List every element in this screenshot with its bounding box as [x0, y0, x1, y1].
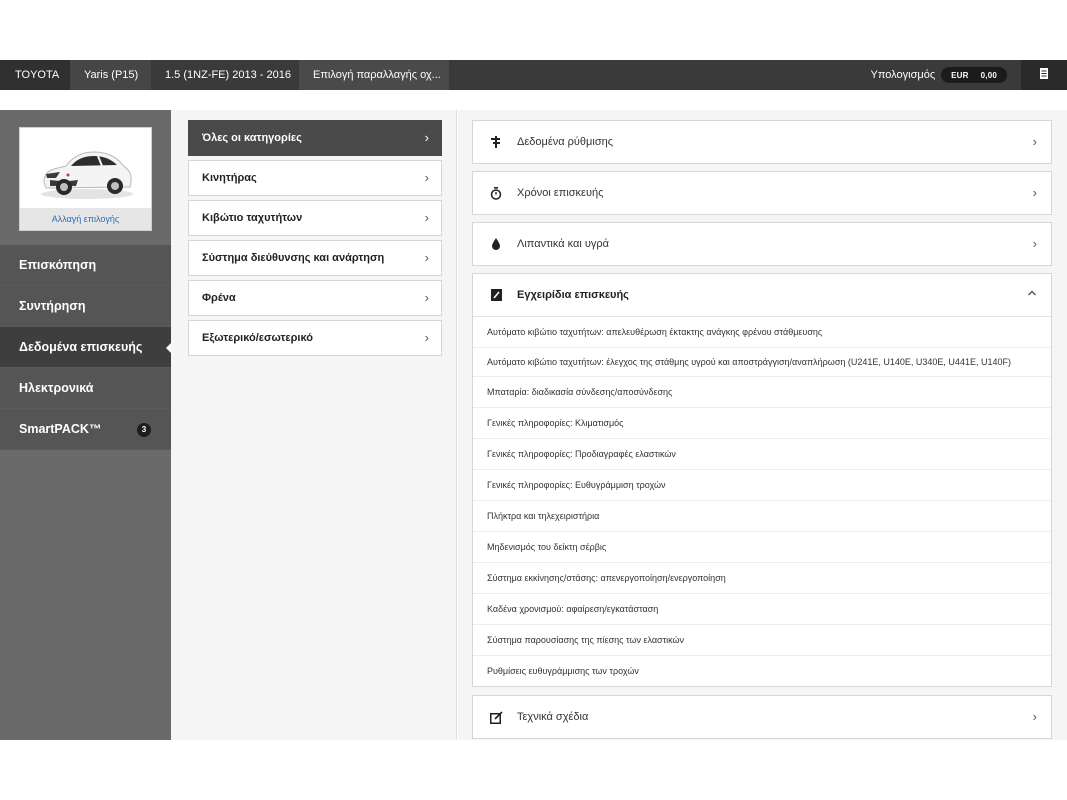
- sidebar-item-repair-data[interactable]: Δεδομένα επισκευής: [0, 327, 172, 368]
- vehicle-card: Αλλαγή επιλογής: [19, 127, 152, 231]
- panel-header[interactable]: Δεδομένα ρύθμισης ›: [473, 121, 1051, 163]
- document-icon: [1040, 68, 1048, 82]
- sidebar-item-maintenance[interactable]: Συντήρηση: [0, 286, 171, 327]
- chevron-right-icon: ›: [424, 130, 429, 145]
- repair-data-content: Δεδομένα ρύθμισης › Χρόνοι επισκευής › Λ…: [458, 110, 1067, 740]
- manual-list: Αυτόματο κιβώτιο ταχυτήτων: απελευθέρωση…: [473, 316, 1051, 686]
- panel-repair-manuals: Εγχειρίδια επισκευής Αυτόματο κιβώτιο τα…: [472, 273, 1052, 687]
- category-label: Όλες οι κατηγορίες: [202, 132, 302, 144]
- panel-adjustment-data[interactable]: Δεδομένα ρύθμισης ›: [472, 120, 1052, 164]
- panel-header[interactable]: Τεχνικά σχέδια ›: [473, 696, 1051, 738]
- panel-header[interactable]: Εγχειρίδια επισκευής: [473, 274, 1051, 316]
- panel-title: Χρόνοι επισκευής: [517, 187, 604, 199]
- list-item[interactable]: Σύστημα εκκίνησης/στάσης: απενεργοποίηση…: [473, 563, 1051, 594]
- panel-fluids[interactable]: Λιπαντικά και υγρά ›: [472, 222, 1052, 266]
- chevron-right-icon: ›: [424, 250, 429, 265]
- car-image: [41, 151, 133, 199]
- panel-header[interactable]: Λιπαντικά και υγρά ›: [473, 223, 1051, 265]
- chevron-right-icon: ›: [424, 210, 429, 225]
- chevron-up-icon: [1027, 286, 1037, 301]
- category-label: Κινητήρας: [202, 172, 257, 184]
- sidebar-item-label: SmartPACK™: [19, 422, 102, 436]
- list-item[interactable]: Πλήκτρα και τηλεχειριστήρια: [473, 501, 1051, 532]
- category-brakes[interactable]: Φρένα ›: [188, 280, 442, 316]
- list-item[interactable]: Καδένα χρονισμού: αφαίρεση/εγκατάσταση: [473, 594, 1051, 625]
- sidebar-item-overview[interactable]: Επισκόπηση: [0, 245, 171, 286]
- panel-title: Εγχειρίδια επισκευής: [517, 289, 629, 301]
- category-label: Σύστημα διεύθυνσης και ανάρτηση: [202, 252, 385, 264]
- panel-title: Τεχνικά σχέδια: [517, 711, 589, 723]
- stopwatch-icon: [489, 186, 503, 200]
- manual-icon: [489, 288, 503, 302]
- category-label: Φρένα: [202, 292, 236, 304]
- document-button[interactable]: [1021, 60, 1067, 90]
- list-item[interactable]: Ρυθμίσεις ευθυγράμμισης των τροχών: [473, 656, 1051, 686]
- panel-title: Λιπαντικά και υγρά: [517, 238, 610, 250]
- list-item[interactable]: Αυτόματο κιβώτιο ταχυτήτων: έλεγχος της …: [473, 348, 1051, 377]
- category-label: Εξωτερικό/εσωτερικό: [202, 332, 313, 344]
- chevron-right-icon: ›: [424, 170, 429, 185]
- list-item[interactable]: Σύστημα παρουσίασης της πίεσης των ελαστ…: [473, 625, 1051, 656]
- chevron-right-icon: ›: [1032, 185, 1037, 200]
- list-item[interactable]: Γενικές πληροφορίες: Κλιματισμός: [473, 408, 1051, 439]
- calculator-total[interactable]: EUR 0,00: [941, 67, 1007, 83]
- category-list: Όλες οι κατηγορίες › Κινητήρας › Κιβώτιο…: [171, 110, 457, 740]
- calculator[interactable]: Υπολογισμός EUR 0,00: [871, 60, 1022, 90]
- panel-repair-times[interactable]: Χρόνοι επισκευής ›: [472, 171, 1052, 215]
- category-label: Κιβώτιο ταχυτήτων: [202, 212, 303, 224]
- calculator-label: Υπολογισμός: [870, 69, 936, 81]
- breadcrumb-variant[interactable]: Επιλογή παραλλαγής οχ...: [299, 60, 449, 90]
- category-all[interactable]: Όλες οι κατηγορίες ›: [188, 120, 442, 156]
- chevron-right-icon: ›: [1032, 236, 1037, 251]
- chevron-right-icon: ›: [1032, 709, 1037, 724]
- chevron-right-icon: ›: [424, 290, 429, 305]
- wrench-icon: [489, 135, 503, 149]
- category-steering-suspension[interactable]: Σύστημα διεύθυνσης και ανάρτηση ›: [188, 240, 442, 276]
- list-item[interactable]: Μπαταρία: διαδικασία σύνδεσης/αποσύνδεση…: [473, 377, 1051, 408]
- chevron-right-icon: ›: [1032, 134, 1037, 149]
- category-gearbox[interactable]: Κιβώτιο ταχυτήτων ›: [188, 200, 442, 236]
- list-item[interactable]: Μηδενισμός του δείκτη σέρβις: [473, 532, 1051, 563]
- edit-icon: [489, 710, 503, 724]
- chevron-right-icon: ›: [424, 330, 429, 345]
- sidebar: Αλλαγή επιλογής Επισκόπηση Συντήρηση Δεδ…: [0, 110, 172, 740]
- panel-header[interactable]: Χρόνοι επισκευής ›: [473, 172, 1051, 214]
- panel-title: Δεδομένα ρύθμισης: [517, 136, 614, 148]
- category-engine[interactable]: Κινητήρας ›: [188, 160, 442, 196]
- breadcrumb-bar: TOYOTA Yaris (P15) 1.5 (1NZ-FE) 2013 - 2…: [0, 60, 1067, 90]
- breadcrumb-make[interactable]: TOYOTA: [0, 60, 70, 90]
- change-selection-link[interactable]: Αλλαγή επιλογής: [20, 208, 151, 230]
- list-item[interactable]: Αυτόματο κιβώτιο ταχυτήτων: απελευθέρωση…: [473, 317, 1051, 348]
- sidebar-item-label: Δεδομένα επισκευής: [19, 340, 143, 354]
- count-badge: 3: [137, 423, 151, 437]
- list-item[interactable]: Γενικές πληροφορίες: Ευθυγράμμιση τροχών: [473, 470, 1051, 501]
- amount-value: 0,00: [980, 70, 997, 80]
- drop-icon: [489, 237, 503, 251]
- list-item[interactable]: Γενικές πληροφορίες: Προδιαγραφές ελαστι…: [473, 439, 1051, 470]
- sidebar-item-electronics[interactable]: Ηλεκτρονικά: [0, 368, 171, 409]
- category-exterior-interior[interactable]: Εξωτερικό/εσωτερικό ›: [188, 320, 442, 356]
- breadcrumb-model[interactable]: Yaris (P15): [70, 60, 151, 90]
- sidebar-nav: Επισκόπηση Συντήρηση Δεδομένα επισκευής …: [0, 245, 172, 450]
- panel-technical-drawings[interactable]: Τεχνικά σχέδια ›: [472, 695, 1052, 739]
- breadcrumb-engine[interactable]: 1.5 (1NZ-FE) 2013 - 2016: [151, 60, 299, 90]
- currency-label: EUR: [951, 70, 969, 80]
- sidebar-item-smartpack[interactable]: SmartPACK™ 3: [0, 409, 171, 450]
